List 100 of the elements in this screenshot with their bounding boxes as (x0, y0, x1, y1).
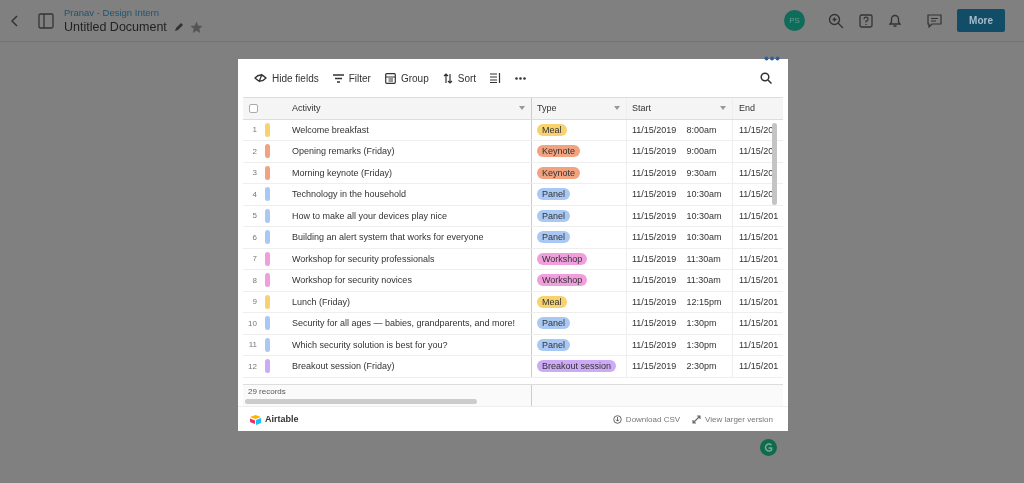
type-tag: Panel (537, 210, 571, 222)
column-header[interactable]: Start (632, 103, 651, 114)
toolbar-button[interactable]: Hide fields (254, 72, 319, 84)
scrollbar[interactable] (772, 122, 777, 205)
filter-icon (332, 73, 344, 83)
row-number: 5 (251, 211, 257, 221)
type-tag: Workshop (537, 253, 588, 265)
table-cell: Workshop for security novices (292, 275, 412, 286)
logo-icon (249, 413, 262, 425)
toolbar-button[interactable]: Sort (442, 72, 477, 84)
row-number: 12 (247, 362, 257, 371)
table-cell: Breakout session (Friday) (292, 361, 395, 372)
table-cell: Workshop for security professionals (292, 254, 435, 264)
row-number: 1 (251, 125, 257, 135)
more-button[interactable]: More (957, 9, 1005, 32)
time-cell: 8:00am (686, 125, 717, 135)
document-title: Untitled Document (64, 20, 167, 34)
sort-icon (442, 72, 453, 84)
dropdown-icon[interactable] (614, 106, 620, 111)
row-number: 4 (251, 190, 257, 199)
type-tag: Meal (537, 124, 567, 136)
table-cell: 11/15/201 (739, 340, 779, 350)
time-cell: 1:30pm (686, 318, 717, 329)
group-icon (384, 72, 396, 84)
table-cell: Morning keynote (Friday) (292, 168, 393, 178)
toolbar-button[interactable]: Group (384, 72, 429, 84)
search-icon[interactable] (760, 72, 772, 84)
type-tag: Panel (537, 188, 571, 201)
time-cell: 9:30am (686, 168, 717, 178)
date-cell: 11/15/2019 (632, 232, 677, 243)
table-cell: Welcome breakfast (292, 125, 369, 135)
date-cell: 11/15/2019 (632, 254, 677, 264)
row-number: 10 (247, 319, 257, 328)
zoom-icon[interactable] (828, 12, 845, 29)
dropdown-icon[interactable] (720, 106, 726, 111)
row-number: 7 (251, 254, 257, 264)
date-cell: 11/15/2019 (632, 125, 677, 135)
select-all-checkbox[interactable] (249, 103, 258, 113)
table-cell: Security for all ages — babies, grandparents, and more! (292, 318, 516, 329)
row-number: 2 (251, 147, 257, 156)
dropdown-icon[interactable] (519, 106, 525, 111)
date-cell: 11/15/2019 (632, 297, 677, 307)
table-cell: 11/15/201 (739, 297, 779, 307)
time-cell: 9:00am (686, 146, 717, 157)
type-tag: Keynote (537, 167, 581, 179)
row-number: 8 (251, 276, 257, 285)
column-header[interactable]: End (739, 103, 755, 114)
row-number: 6 (251, 233, 257, 242)
star-icon[interactable] (189, 20, 203, 34)
time-cell: 10:30am (686, 232, 722, 243)
ellipsis-icon[interactable] (515, 76, 527, 80)
type-tag: Meal (537, 296, 567, 308)
toolbar-button[interactable]: Filter (332, 72, 371, 84)
download-link[interactable]: Download CSV (625, 414, 681, 424)
time-cell: 1:30pm (686, 340, 717, 350)
date-cell: 11/15/2019 (632, 211, 677, 221)
type-tag: Breakout session (537, 360, 617, 373)
table-cell: 11/15/201 (739, 275, 779, 286)
record-count: 29 records (248, 387, 287, 397)
date-cell: 11/15/2019 (632, 361, 677, 372)
time-cell: 11:30am (686, 254, 721, 264)
date-cell: 11/15/2019 (632, 189, 677, 200)
table-cell: Which security solution is best for you? (292, 340, 448, 350)
time-cell: 12:15pm (686, 297, 722, 307)
table-cell: How to make all your devices play nice (292, 211, 448, 221)
date-cell: 11/15/2019 (632, 318, 677, 329)
table-cell: 11/15/201 (739, 211, 779, 221)
time-cell: 10:30am (686, 189, 722, 200)
type-tag: Panel (537, 317, 571, 330)
type-tag: Workshop (537, 274, 588, 287)
expand-icon (692, 414, 702, 424)
help-icon[interactable] (859, 13, 874, 28)
table-cell: 11/15/201 (739, 232, 779, 243)
bell-icon[interactable] (888, 13, 903, 28)
table-cell: Opening remarks (Friday) (292, 146, 395, 157)
comment-icon[interactable] (927, 13, 943, 28)
column-header[interactable]: Activity (292, 103, 321, 114)
row-height-icon[interactable] (490, 73, 502, 83)
type-tag: Panel (537, 339, 571, 351)
table-cell: 11/15/201 (739, 361, 779, 372)
column-header[interactable]: Type (537, 103, 557, 114)
type-tag: Keynote (537, 145, 581, 158)
time-cell: 11:30am (686, 275, 721, 286)
scrollbar[interactable] (245, 399, 477, 405)
table-cell: Building an alert system that works for everyone (292, 232, 484, 243)
row-number: 11 (247, 340, 257, 350)
back-icon[interactable] (11, 14, 19, 27)
grammar-icon[interactable] (760, 439, 777, 456)
date-cell: 11/15/2019 (632, 168, 677, 178)
brand-name: Airtable (265, 414, 299, 424)
date-cell: 11/15/2019 (632, 275, 677, 286)
row-number: 3 (251, 168, 257, 178)
view-larger-link[interactable]: View larger version (705, 414, 773, 424)
eye-slash-icon (254, 73, 267, 83)
table-cell: 11/15/201 (739, 254, 779, 264)
date-cell: 11/15/2019 (632, 340, 677, 350)
sidebar-icon[interactable] (38, 12, 54, 29)
time-cell: 2:30pm (686, 361, 717, 372)
date-cell: 11/15/2019 (632, 146, 677, 157)
pencil-icon[interactable] (173, 22, 184, 32)
